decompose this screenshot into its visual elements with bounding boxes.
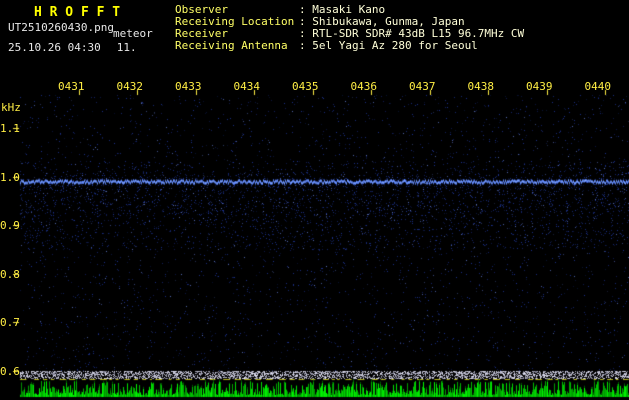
- filename: UT2510260430.png: [8, 21, 114, 34]
- station-info-label: Receiving Antenna: [175, 39, 288, 52]
- y-axis-tick-label: 0.6: [0, 365, 20, 378]
- x-axis-tick-label: 0432: [116, 80, 144, 93]
- datetime-text: 25.10.26 04:30: [8, 41, 101, 54]
- x-axis-tick-label: 0433: [175, 80, 202, 93]
- y-axis-tick-label: 0.8: [0, 268, 20, 281]
- y-axis-tick-label: 1.0: [0, 171, 20, 184]
- counter: 11.: [116, 41, 137, 54]
- spectrogram-canvas: [0, 0, 629, 400]
- y-axis-tick-label: 0.7: [0, 316, 20, 329]
- y-axis-tick-label: 1.1: [0, 122, 20, 135]
- y-axis-tick-label: 0.9: [0, 219, 20, 232]
- x-axis-tick-label: 0438: [467, 80, 495, 93]
- x-axis-tick-label: 0440: [584, 80, 612, 93]
- x-axis-tick-label: 0436: [350, 80, 378, 93]
- x-axis-tick-label: 0434: [233, 80, 261, 93]
- app-title: H R O F F T: [34, 5, 121, 20]
- station-info: Observer: Masaki Kano Receiving Location:…: [175, 4, 524, 52]
- y-axis-unit-label: kHz: [1, 101, 21, 114]
- x-axis-tick-label: 0437: [409, 80, 436, 93]
- x-axis-tick-label: 0435: [292, 80, 319, 93]
- hrofft-screen: H R O F F T UT2510260430.png meteor 25.1…: [0, 0, 629, 400]
- x-axis-tick-label: 0431: [58, 80, 85, 93]
- datetime-row: 25.10.26 04:30 11.: [8, 41, 137, 54]
- mode-label: meteor: [113, 27, 153, 40]
- station-info-value: : 5el Yagi Az 280 for Seoul: [299, 39, 478, 52]
- x-axis-tick-label: 0439: [526, 80, 553, 93]
- station-info-row: Receiving Antenna : 5el Yagi Az 280 for S…: [175, 40, 524, 52]
